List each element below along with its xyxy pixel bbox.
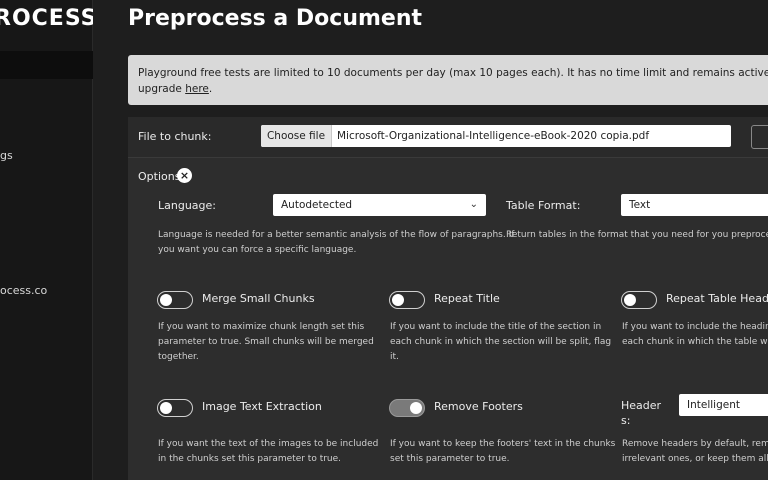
remove-footers-label: Remove Footers xyxy=(434,400,523,413)
headers-label-line-1: Header xyxy=(621,399,662,412)
remove-footers-help-2: set this parameter to true. xyxy=(390,454,510,464)
headers-label-line-2: s: xyxy=(621,414,631,427)
repeat-title-toggle[interactable] xyxy=(389,291,425,309)
language-help-1: Language is needed for a better semantic… xyxy=(158,230,515,240)
table-format-label: Table Format: xyxy=(506,199,581,212)
language-select-value: Autodetected xyxy=(281,199,353,211)
toggle-knob xyxy=(160,402,172,414)
headers-select[interactable]: Intelligent xyxy=(679,394,768,416)
toggle-knob xyxy=(624,294,636,306)
table-format-select[interactable]: Text xyxy=(621,194,768,216)
headers-help-2: irrelevant ones, or keep them all. xyxy=(622,454,768,464)
repeat-title-help-1: If you want to include the title of the … xyxy=(390,322,602,332)
file-row: File to chunk: Choose file Microsoft-Org… xyxy=(128,117,768,158)
upgrade-link[interactable]: here xyxy=(185,83,209,95)
headers-select-value: Intelligent xyxy=(687,399,740,411)
sidebar-item-settings[interactable]: gs xyxy=(0,149,13,162)
options-panel: File to chunk: Choose file Microsoft-Org… xyxy=(128,117,768,480)
notice-line-2-suffix: . xyxy=(208,83,213,95)
merge-small-chunks-help-3: together. xyxy=(158,352,199,362)
image-text-extraction-toggle[interactable] xyxy=(157,399,193,417)
repeat-title-help-3: it. xyxy=(390,352,399,362)
repeat-title-label: Repeat Title xyxy=(434,292,500,305)
table-format-help-1: Return tables in the format that you nee… xyxy=(506,230,768,240)
merge-small-chunks-toggle[interactable] xyxy=(157,291,193,309)
remove-footers-help-1: If you want to keep the footers' text in… xyxy=(390,439,616,449)
choose-file-button[interactable]: Choose file xyxy=(261,125,332,147)
notice-line-2: upgrade here. xyxy=(138,81,768,97)
headers-help-1: Remove headers by default, remove xyxy=(622,439,768,449)
language-label: Language: xyxy=(158,199,216,212)
options-label: Options xyxy=(138,170,181,183)
image-text-extraction-label: Image Text Extraction xyxy=(202,400,322,413)
logo: ROCESS xyxy=(0,6,98,31)
toggle-knob xyxy=(160,294,172,306)
file-label: File to chunk: xyxy=(138,130,212,143)
merge-small-chunks-label: Merge Small Chunks xyxy=(202,292,315,305)
toggle-knob xyxy=(410,402,422,414)
sidebar-item-email[interactable]: ocess.co xyxy=(0,284,47,297)
file-name: Microsoft-Organizational-Intelligence-eB… xyxy=(337,130,650,142)
image-text-extraction-help-2: in the chunks set this parameter to true… xyxy=(158,454,342,464)
file-input[interactable]: Choose file Microsoft-Organizational-Int… xyxy=(261,125,731,147)
main-content: Preprocess a Document Playground free te… xyxy=(93,0,768,480)
repeat-title-help-2: each chunk in which the section will be … xyxy=(390,337,612,347)
page-title: Preprocess a Document xyxy=(128,6,423,31)
app-window: ROCESS gs ocess.co Preprocess a Document… xyxy=(0,0,768,480)
language-help-2: you want you can force a specific langua… xyxy=(158,245,357,255)
repeat-table-header-help-2: each chunk in which the table will b xyxy=(622,337,768,347)
merge-small-chunks-help-2: parameter to true. Small chunks will be … xyxy=(158,337,374,347)
chevron-down-icon: ⌄ xyxy=(469,199,478,210)
limits-notice: Playground free tests are limited to 10 … xyxy=(128,55,768,105)
table-format-select-value: Text xyxy=(629,199,651,211)
repeat-table-header-toggle[interactable] xyxy=(621,291,657,309)
notice-line-2-prefix: upgrade xyxy=(138,83,186,95)
repeat-table-header-label: Repeat Table Header xyxy=(666,292,768,305)
toggle-knob xyxy=(392,294,404,306)
language-select[interactable]: Autodetected ⌄ xyxy=(273,194,486,216)
image-text-extraction-help-1: If you want the text of the images to be… xyxy=(158,439,379,449)
close-icon[interactable]: × xyxy=(177,168,192,183)
merge-small-chunks-help-1: If you want to maximize chunk length set… xyxy=(158,322,365,332)
submit-button[interactable] xyxy=(751,125,768,149)
sidebar: ROCESS gs ocess.co xyxy=(0,0,97,480)
notice-line-1: Playground free tests are limited to 10 … xyxy=(138,67,768,79)
sidebar-item-active[interactable] xyxy=(0,51,93,79)
remove-footers-toggle[interactable] xyxy=(389,399,425,417)
repeat-table-header-help-1: If you want to include the heading o xyxy=(622,322,768,332)
